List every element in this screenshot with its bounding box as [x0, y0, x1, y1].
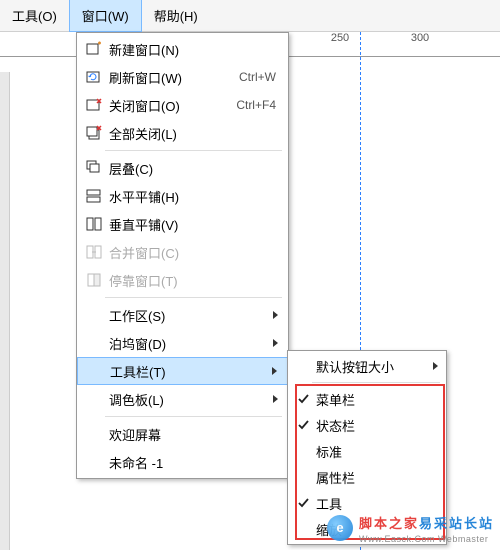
menu-label: 关闭窗口(O)	[105, 96, 236, 115]
watermark-sub: Www.Easck.Com Webmaster	[359, 534, 494, 544]
close-window-icon	[83, 97, 105, 113]
ruler-tick: 300	[411, 32, 429, 44]
submenu-label: 状态栏	[314, 416, 440, 435]
menu-dock-window: 停靠窗口(T)	[77, 266, 288, 294]
submenu-arrow-icon	[272, 394, 280, 404]
menu-label: 工作区(S)	[105, 306, 282, 325]
menu-toolbars[interactable]: 工具栏(T)	[77, 357, 288, 385]
submenu-label: 属性栏	[314, 468, 440, 487]
separator	[312, 382, 440, 383]
close-all-icon	[83, 125, 105, 141]
submenu-label: 工具	[314, 494, 440, 513]
menu-refresh-window[interactable]: 刷新窗口(W) Ctrl+W	[77, 63, 288, 91]
submenu-arrow-icon	[432, 361, 440, 371]
submenu-arrow-icon	[272, 338, 280, 348]
submenu-standard[interactable]: 标准	[288, 438, 446, 464]
menu-window[interactable]: 窗口(W)	[69, 0, 142, 32]
separator	[105, 297, 282, 298]
submenu-propertybar[interactable]: 属性栏	[288, 464, 446, 490]
menu-label: 泊坞窗(D)	[105, 334, 282, 353]
menu-label: 全部关闭(L)	[105, 124, 282, 143]
menu-combine-window: 合并窗口(C)	[77, 238, 288, 266]
submenu-arrow-icon	[271, 366, 279, 376]
watermark-logo-icon: e	[327, 515, 353, 541]
check-icon	[294, 393, 314, 405]
menu-untitled-document[interactable]: 未命名 -1	[77, 448, 288, 476]
tile-vertical-icon	[83, 216, 105, 232]
submenu-statusbar[interactable]: 状态栏	[288, 412, 446, 438]
menu-help[interactable]: 帮助(H)	[142, 0, 210, 31]
menu-cascade[interactable]: 层叠(C)	[77, 154, 288, 182]
submenu-menubar[interactable]: 菜单栏	[288, 386, 446, 412]
check-icon	[294, 497, 314, 509]
submenu-label: 标准	[314, 442, 440, 461]
menu-shortcut: Ctrl+W	[239, 70, 282, 84]
cascade-icon	[83, 160, 105, 176]
separator	[105, 150, 282, 151]
combine-window-icon	[83, 244, 105, 260]
menu-tile-horizontal[interactable]: 水平平铺(H)	[77, 182, 288, 210]
watermark-overlay: 脚本之家	[359, 516, 419, 531]
menu-close-window[interactable]: 关闭窗口(O) Ctrl+F4	[77, 91, 288, 119]
menu-label: 调色板(L)	[105, 390, 282, 409]
submenu-label: 菜单栏	[314, 390, 440, 409]
menu-label: 刷新窗口(W)	[105, 68, 239, 87]
window-dropdown: 新建窗口(N) 刷新窗口(W) Ctrl+W 关闭窗口(O) Ctrl+F4 全…	[76, 32, 289, 479]
menu-label: 停靠窗口(T)	[105, 271, 282, 290]
menu-welcome-screen[interactable]: 欢迎屏幕	[77, 420, 288, 448]
menu-workspace[interactable]: 工作区(S)	[77, 301, 288, 329]
submenu-arrow-icon	[272, 310, 280, 320]
menu-shortcut: Ctrl+F4	[236, 98, 282, 112]
refresh-window-icon	[83, 69, 105, 85]
menubar: 工具(O) 窗口(W) 帮助(H)	[0, 0, 500, 32]
menu-label: 合并窗口(C)	[105, 243, 282, 262]
menu-dockers[interactable]: 泊坞窗(D)	[77, 329, 288, 357]
watermark: e 脚本之家易采站长站 Www.Easck.Com Webmaster	[327, 511, 494, 544]
menu-label: 层叠(C)	[105, 159, 282, 178]
submenu-label: 默认按钮大小	[314, 357, 432, 376]
separator	[105, 416, 282, 417]
menu-label: 新建窗口(N)	[105, 40, 282, 59]
new-window-icon	[83, 41, 105, 57]
menu-new-window[interactable]: 新建窗口(N)	[77, 35, 288, 63]
menu-close-all[interactable]: 全部关闭(L)	[77, 119, 288, 147]
menu-tools[interactable]: 工具(O)	[0, 0, 69, 31]
menu-label: 欢迎屏幕	[105, 425, 282, 444]
tool-strip	[0, 72, 10, 550]
menu-label: 水平平铺(H)	[105, 187, 282, 206]
watermark-brand: 易采站长站	[419, 516, 494, 531]
watermark-text: 脚本之家易采站长站	[359, 511, 494, 533]
menu-label: 垂直平铺(V)	[105, 215, 282, 234]
menu-label: 未命名 -1	[105, 453, 282, 472]
check-icon	[294, 419, 314, 431]
tile-horizontal-icon	[83, 188, 105, 204]
menu-tile-vertical[interactable]: 垂直平铺(V)	[77, 210, 288, 238]
submenu-default-button-size[interactable]: 默认按钮大小	[288, 353, 446, 379]
dock-window-icon	[83, 272, 105, 288]
ruler-tick: 250	[331, 32, 349, 44]
menu-label: 工具栏(T)	[106, 362, 281, 381]
menu-palettes[interactable]: 调色板(L)	[77, 385, 288, 413]
